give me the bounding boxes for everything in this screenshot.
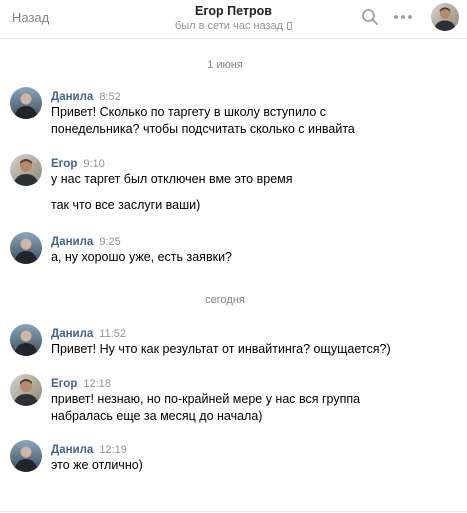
avatar[interactable] bbox=[10, 440, 42, 472]
message-text: понедельника? чтобы подсчитать сколько с… bbox=[51, 122, 355, 136]
message-text: Привет! Сколько по таргету в школу вступ… bbox=[51, 105, 327, 119]
sender-name[interactable]: Егор bbox=[51, 158, 77, 170]
avatar[interactable] bbox=[10, 232, 42, 264]
avatar[interactable] bbox=[10, 154, 42, 186]
avatar[interactable] bbox=[10, 374, 42, 406]
header-avatar[interactable] bbox=[431, 3, 459, 31]
search-icon[interactable] bbox=[361, 8, 379, 26]
message-text: у нас таргет был отключен вме это время bbox=[51, 172, 293, 186]
avatar[interactable] bbox=[10, 324, 42, 356]
date-separator: сегодня bbox=[205, 294, 245, 306]
avatar-image bbox=[10, 232, 42, 264]
phone-icon bbox=[287, 22, 293, 30]
sender-name[interactable]: Егор bbox=[51, 378, 77, 390]
message-text: а, ну хорошо уже, есть заявки? bbox=[51, 250, 232, 264]
message-time[interactable]: 8:52 bbox=[99, 91, 120, 103]
sender-name[interactable]: Данила bbox=[51, 328, 93, 340]
message-meta: Данила 9:25 bbox=[51, 232, 121, 248]
message-item: Егор 12:18 привет! незнаю, но по-крайней … bbox=[10, 374, 450, 423]
message-time[interactable]: 12:19 bbox=[99, 444, 127, 456]
chat-title: Егор Петров bbox=[195, 4, 272, 18]
chat-status-text: был в сети час назад bbox=[174, 20, 284, 32]
more-icon[interactable] bbox=[393, 10, 413, 24]
sender-name[interactable]: Данила bbox=[51, 91, 93, 103]
message-time[interactable]: 9:10 bbox=[83, 158, 104, 170]
chat-title-block[interactable]: Егор Петров был в сети час назад bbox=[120, 3, 347, 33]
avatar-image bbox=[431, 3, 459, 31]
message-text: так что все заслуги ваши) bbox=[51, 198, 201, 212]
message-text: привет! незнаю, но по-крайней мере у нас… bbox=[51, 392, 361, 406]
message-meta: Егор 9:10 bbox=[51, 154, 105, 170]
message-meta: Егор 12:18 bbox=[51, 374, 111, 390]
avatar[interactable] bbox=[10, 87, 42, 119]
message-item: Данила 12:19 это же отлично) bbox=[10, 440, 450, 474]
avatar-image bbox=[10, 440, 42, 472]
message-text: это же отлично) bbox=[51, 458, 143, 472]
avatar-image bbox=[10, 374, 42, 406]
message-item: Егор 9:10 у нас таргет был отключен вме э… bbox=[10, 154, 450, 212]
bottom-divider bbox=[0, 511, 467, 512]
chat-status: был в сети час назад bbox=[120, 19, 347, 33]
back-button[interactable]: Назад bbox=[12, 10, 49, 25]
sender-name[interactable]: Данила bbox=[51, 236, 93, 248]
avatar-image bbox=[10, 87, 42, 119]
avatar-image bbox=[10, 324, 42, 356]
avatar-image bbox=[10, 154, 42, 186]
message-time[interactable]: 12:18 bbox=[83, 378, 111, 390]
message-text: набралась еще за месяц до начала) bbox=[51, 409, 263, 423]
message-item: Данила 8:52 Привет! Сколько по таргету в … bbox=[10, 87, 450, 136]
message-time[interactable]: 9:25 bbox=[99, 236, 120, 248]
message-meta: Данила 11:52 bbox=[51, 324, 126, 340]
message-meta: Данила 12:19 bbox=[51, 440, 127, 456]
message-text: Привет! Ну что как результат от инвайтин… bbox=[51, 342, 391, 356]
sender-name[interactable]: Данила bbox=[51, 444, 93, 456]
message-time[interactable]: 11:52 bbox=[99, 328, 126, 340]
message-item: Данила 9:25 а, ну хорошо уже, есть заявки… bbox=[10, 232, 450, 266]
date-separator: 1 июня bbox=[207, 59, 243, 71]
message-item: Данила 11:52 Привет! Ну что как результат… bbox=[10, 324, 450, 358]
message-meta: Данила 8:52 bbox=[51, 87, 121, 103]
chat-header: Назад Егор Петров был в сети час назад bbox=[0, 0, 467, 39]
